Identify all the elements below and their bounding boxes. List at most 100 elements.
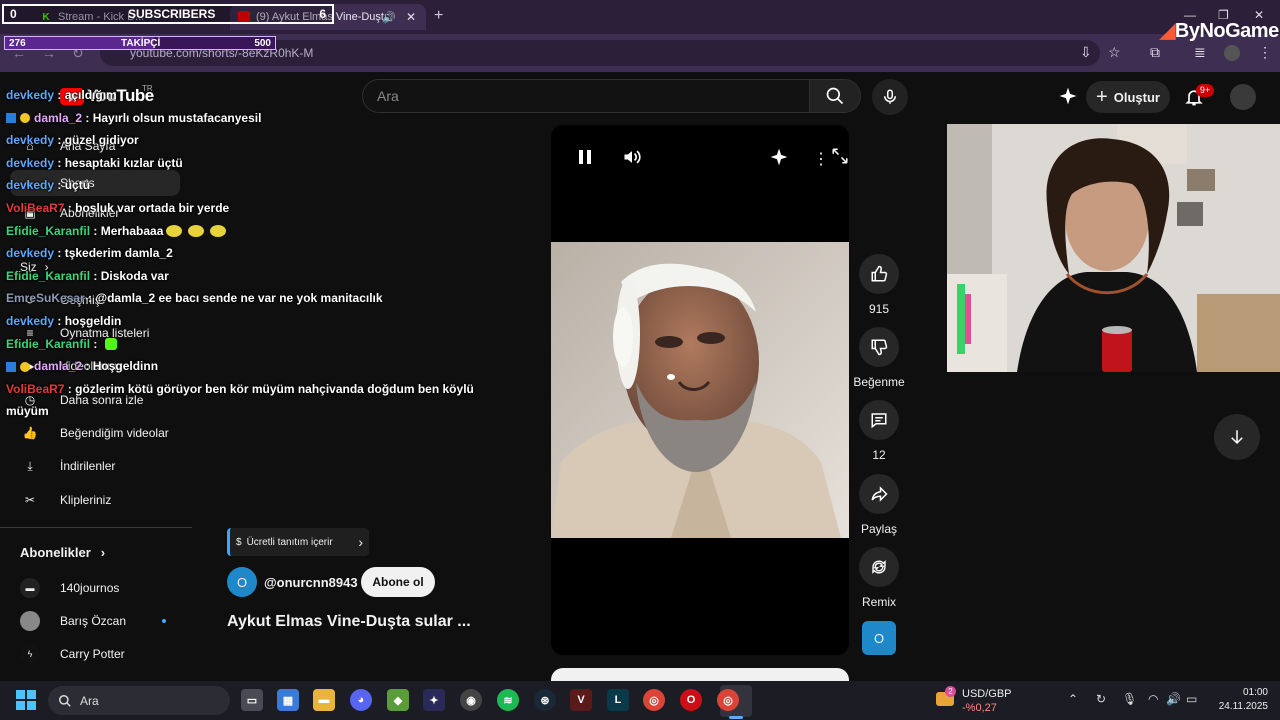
microsoft-store-icon[interactable]: ▦ bbox=[277, 689, 299, 711]
channel-avatar[interactable]: O bbox=[227, 567, 257, 597]
valorant-icon[interactable]: V bbox=[570, 689, 592, 711]
subscription-item[interactable]: ϟ Carry Potter bbox=[20, 643, 125, 665]
share-button[interactable]: Paylaş bbox=[858, 474, 900, 536]
chat-message: devkedy : üçtü bbox=[6, 178, 91, 193]
subscribers-goal: 6 bbox=[319, 7, 326, 21]
dislike-button[interactable]: Beğenme bbox=[853, 327, 905, 389]
taskbar-search[interactable]: Ara bbox=[48, 686, 230, 715]
create-button[interactable]: + Oluştur bbox=[1086, 81, 1170, 113]
followers-label: TAKİPÇİ bbox=[121, 38, 161, 49]
windows-start-icon[interactable] bbox=[16, 690, 36, 710]
discord-icon[interactable]: ◕ bbox=[350, 689, 372, 711]
new-tab-button[interactable]: + bbox=[434, 7, 443, 25]
install-app-icon[interactable]: ⇩ bbox=[1080, 44, 1092, 61]
search-button[interactable] bbox=[809, 79, 861, 113]
more-options-icon[interactable]: ⋮ bbox=[813, 149, 829, 169]
extensions-icon[interactable]: ⧉ bbox=[1150, 44, 1160, 61]
subscribers-current: 0 bbox=[10, 7, 17, 21]
chat-emote-icon bbox=[210, 225, 227, 238]
profile-avatar[interactable] bbox=[1224, 45, 1240, 61]
chrome-icon[interactable]: ◎ bbox=[643, 689, 665, 711]
chat-badge-icon bbox=[20, 361, 30, 372]
bynogame-logo: ◢ByNoGame bbox=[1160, 20, 1279, 42]
chat-message: devkedy : hesaptaki kızlar üçtü bbox=[6, 155, 183, 170]
taskbar-search-label: Ara bbox=[80, 693, 99, 708]
microphone-icon[interactable]: 🎙 bbox=[1122, 692, 1137, 706]
bookmark-star-icon[interactable]: ☆ bbox=[1108, 44, 1121, 61]
subscribers-overlay: 0 SUBSCRIBERS 6 bbox=[2, 4, 334, 24]
file-explorer-icon[interactable]: ▬ bbox=[313, 689, 335, 711]
speaker-icon[interactable]: 🔊 bbox=[1166, 692, 1181, 706]
subscription-item[interactable]: ▬ 140journos bbox=[20, 577, 119, 599]
voice-search-button[interactable] bbox=[872, 79, 908, 115]
sidebar-item-clips[interactable]: ✂ Klipleriniz bbox=[20, 490, 111, 510]
opera-icon[interactable]: O bbox=[680, 689, 702, 711]
webcam-feed-image bbox=[947, 124, 1280, 372]
subscription-item[interactable]: Barış Özcan bbox=[20, 610, 126, 632]
league-of-legends-icon[interactable]: L bbox=[607, 689, 629, 711]
channel-name[interactable]: @onurcnn8943 bbox=[264, 575, 358, 590]
sparkle-icon[interactable] bbox=[769, 147, 789, 167]
more-menu-icon[interactable]: ⋮ bbox=[1258, 44, 1272, 61]
fullscreen-icon[interactable] bbox=[831, 147, 849, 165]
sidebar-item-liked-videos[interactable]: 👍 Beğendiğim videolar bbox=[20, 423, 169, 443]
chat-text: üçtü bbox=[64, 178, 91, 193]
chat-username: devkedy bbox=[6, 155, 55, 170]
screen: K Stream - Kick D... (9) Aykut Elmas Vin… bbox=[0, 0, 1280, 720]
channel-avatar-small[interactable]: O bbox=[862, 621, 896, 655]
volume-icon[interactable] bbox=[621, 147, 643, 167]
minecraft-icon[interactable]: ◆ bbox=[387, 689, 409, 711]
chat-message: devkedy : güzel gidiyor bbox=[6, 133, 139, 148]
chat-text: Merhabaaa bbox=[100, 223, 164, 238]
share-icon bbox=[859, 474, 899, 514]
chat-username: devkedy bbox=[6, 133, 55, 148]
new-content-dot bbox=[162, 619, 166, 623]
wifi-icon[interactable]: ◠ bbox=[1148, 692, 1158, 706]
paid-promotion-banner[interactable]: $ Ücretli tanıtım içerir › bbox=[227, 528, 369, 556]
plus-icon: + bbox=[1096, 86, 1108, 108]
steam-icon[interactable]: ⊛ bbox=[534, 689, 556, 711]
chrome-active-icon[interactable]: ◎ bbox=[717, 689, 739, 711]
clock-date: 24.11.2025 bbox=[1218, 701, 1268, 712]
chat-badge-icon bbox=[6, 361, 16, 372]
subscriptions-header[interactable]: Abonelikler › bbox=[20, 545, 105, 560]
chat-text: boşluk var ortada bir yerde bbox=[75, 200, 230, 215]
close-tab-icon[interactable]: ✕ bbox=[406, 10, 416, 24]
obs-icon[interactable]: ◉ bbox=[460, 689, 482, 711]
comments-button[interactable]: 12 bbox=[858, 400, 900, 462]
like-button[interactable]: 915 bbox=[858, 254, 900, 316]
spotify-icon[interactable]: ≋ bbox=[497, 689, 519, 711]
remix-button[interactable]: Remix bbox=[858, 547, 900, 609]
tray-overflow-icon[interactable]: ⌃ bbox=[1068, 692, 1078, 706]
sidebar-item-downloads[interactable]: ⤓ İndirilenler bbox=[20, 456, 115, 476]
remix-label: Remix bbox=[861, 595, 896, 609]
short-title[interactable]: Aykut Elmas Vine-Duşta sular ... bbox=[227, 613, 471, 631]
shorts-player[interactable]: ⋮ bbox=[551, 125, 849, 655]
chat-username: damla_2 bbox=[34, 359, 83, 374]
chat-message: VoliBeaR7 : boşluk var ortada bir yerde bbox=[6, 200, 230, 215]
speaker-icon[interactable]: 🔊 bbox=[382, 11, 396, 24]
pause-icon[interactable] bbox=[577, 147, 593, 167]
battery-icon[interactable]: ▭ bbox=[1186, 692, 1197, 706]
subscribe-button[interactable]: Abone ol bbox=[361, 567, 435, 597]
sync-icon[interactable]: ↻ bbox=[1096, 692, 1106, 706]
sparkle-icon[interactable] bbox=[1058, 86, 1078, 106]
chat-username: VoliBeaR7 bbox=[6, 381, 65, 396]
notification-badge: 9+ bbox=[1196, 84, 1214, 97]
kick-emote-icon bbox=[104, 338, 117, 351]
scissors-icon: ✂ bbox=[24, 493, 36, 507]
paid-promotion-icon: $ bbox=[236, 536, 242, 548]
task-view-icon[interactable]: ▭ bbox=[241, 689, 263, 711]
search-icon bbox=[59, 694, 71, 707]
chevron-right-icon: › bbox=[100, 545, 106, 560]
account-avatar[interactable] bbox=[1230, 84, 1256, 110]
media-controls-icon[interactable]: ≣ bbox=[1194, 44, 1206, 61]
davinci-resolve-icon[interactable]: ✦ bbox=[423, 689, 445, 711]
currency-change: -%0,27 bbox=[962, 702, 997, 714]
system-clock[interactable]: 01:00 24.11.2025 bbox=[1212, 686, 1268, 714]
like-count: 915 bbox=[868, 302, 890, 316]
chat-username: damla_2 bbox=[34, 110, 83, 125]
chat-text: gözlerim kötü görüyor ben kör müyüm nahç… bbox=[6, 381, 474, 419]
next-video-button[interactable] bbox=[1214, 414, 1260, 460]
microphone-icon bbox=[884, 89, 896, 104]
